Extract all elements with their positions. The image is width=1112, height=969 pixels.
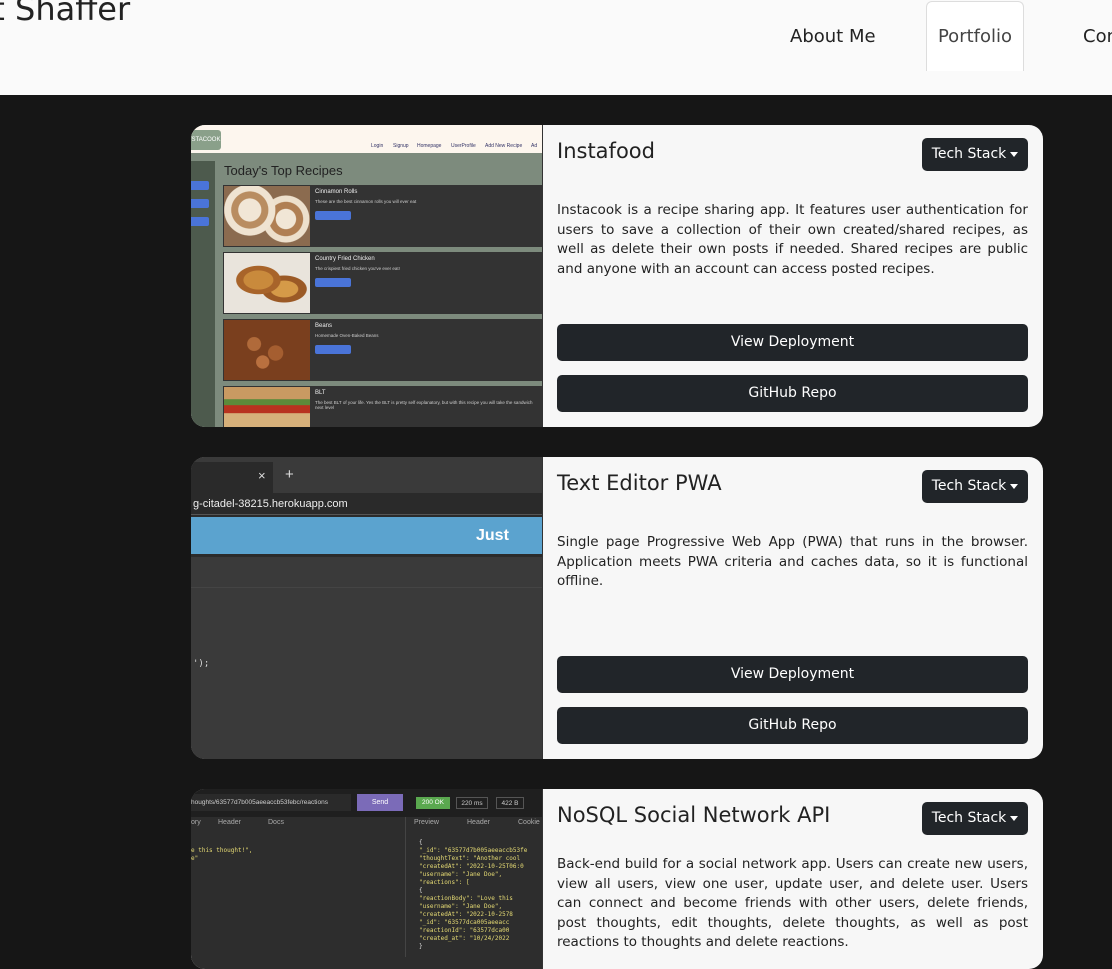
- project-description: Instacook is a recipe sharing app. It fe…: [557, 202, 1028, 277]
- recipe-subtitle: The crispiest fried chicken you've ever …: [315, 266, 400, 271]
- response-size: 422 B: [496, 797, 524, 809]
- project-screenshot: houghts/63577d7b005aeeaccb53febc/reactio…: [191, 789, 543, 969]
- code-line: {: [419, 887, 423, 894]
- tab-preview: Preview: [414, 819, 439, 826]
- send-button: Send: [357, 794, 403, 811]
- code-line: }: [419, 943, 423, 950]
- recipe-subtitle: These are the best cinnamon rolls you wi…: [315, 199, 417, 204]
- editor-area: ');: [191, 557, 542, 759]
- pane-divider: [405, 817, 406, 957]
- recipe-item: Cinnamon Rolls These are the best cinnam…: [223, 185, 542, 247]
- recipe-thumbnail: [224, 186, 310, 246]
- screenshot-nav-item: Ad: [531, 143, 538, 149]
- recipe-thumbnail: [224, 387, 310, 427]
- code-line: "_id": "63577d7b005aeeaccb53fe: [419, 847, 528, 854]
- view-deployment-button[interactable]: View Deployment: [557, 324, 1028, 361]
- tab-header: Header: [467, 819, 490, 826]
- status-badge: 200 OK: [416, 797, 450, 809]
- project-screenshot: STACOOK Login Signup Homepage UserProfil…: [191, 125, 543, 427]
- tech-stack-label: Tech Stack: [931, 478, 1007, 494]
- editor-toolbar: [191, 557, 542, 588]
- recipe-name: Country Fried Chicken: [315, 256, 375, 262]
- view-deployment-button[interactable]: View Deployment: [557, 656, 1028, 693]
- code-line: ');: [193, 659, 210, 669]
- code-line: "username": "Jane Doe",: [419, 871, 503, 878]
- plus-icon: +: [285, 466, 294, 483]
- recipe-subtitle: The best BLT of your life. Yes the BLT i…: [315, 400, 533, 410]
- tab-header: Header: [218, 819, 241, 826]
- code-line: "thoughtText": "Another cool: [419, 855, 521, 862]
- github-repo-button[interactable]: GitHub Repo: [557, 707, 1028, 744]
- code-line: "reactionId": "63577dca00: [419, 927, 510, 934]
- recipe-item: Country Fried Chicken The crispiest frie…: [223, 252, 542, 314]
- site-title: nt Shaffer: [0, 0, 131, 28]
- nav-link-contact[interactable]: Con: [1083, 26, 1112, 47]
- code-line: "created_at": "10/24/2022: [419, 935, 510, 942]
- go-to-recipe-button: [315, 278, 351, 287]
- recipe-name: Cinnamon Rolls: [315, 189, 358, 195]
- recipe-thumbnail: [224, 320, 310, 380]
- tech-stack-label: Tech Stack: [931, 810, 1007, 826]
- response-time: 220 ms: [456, 797, 488, 809]
- recipe-item: BLT The best BLT of your life. Yes the B…: [223, 386, 542, 427]
- site-header: nt Shaffer About Me Portfolio Con: [0, 0, 1112, 95]
- code-line: e": [191, 855, 199, 862]
- code-line: "reactions": [: [419, 879, 470, 886]
- project-title: Text Editor PWA: [557, 471, 722, 495]
- tab-history: ory: [191, 819, 201, 826]
- code-line: "reactionBody": "Love this: [419, 895, 513, 902]
- project-title: Instafood: [557, 139, 655, 163]
- recipe-name: BLT: [315, 390, 326, 396]
- recipe-item: Beans Homemade Oven-Baked Beans: [223, 319, 542, 381]
- screenshot-nav-item: Signup: [393, 143, 409, 149]
- screenshot-nav-item: Login: [371, 143, 384, 149]
- project-description: Back-end build for a social network app.…: [557, 856, 1028, 951]
- logo: STACOOK: [191, 130, 221, 150]
- screenshot-sidebar: [191, 161, 215, 427]
- recipe-name: Beans: [315, 323, 333, 329]
- project-screenshot: × + g-citadel-38215.herokuapp.com Just A…: [191, 457, 543, 759]
- request-bar: houghts/63577d7b005aeeaccb53febc/reactio…: [191, 789, 542, 817]
- code-line: "createdAt": "2022-10-2578: [419, 911, 513, 918]
- project-title: NoSQL Social Network API: [557, 803, 831, 827]
- close-icon: ×: [258, 468, 266, 483]
- caret-down-icon: [1010, 151, 1019, 157]
- tech-stack-dropdown[interactable]: Tech Stack: [922, 138, 1028, 171]
- code-line: "_id": "63577dca005aeeacc: [419, 919, 510, 926]
- tech-stack-dropdown[interactable]: Tech Stack: [922, 470, 1028, 503]
- nav-link-about[interactable]: About Me: [790, 26, 876, 47]
- browser-tabbar: × +: [191, 457, 542, 493]
- screenshot-nav-item: Add New Recipe: [485, 143, 523, 149]
- nav-link-portfolio[interactable]: Portfolio: [926, 1, 1024, 71]
- project-card-nosql-api: houghts/63577d7b005aeeaccb53febc/reactio…: [191, 789, 1043, 969]
- screenshot-navbar: STACOOK Login Signup Homepage UserProfil…: [191, 125, 542, 153]
- tech-stack-label: Tech Stack: [931, 146, 1007, 162]
- browser-url: g-citadel-38215.herokuapp.com: [191, 493, 542, 515]
- github-repo-button[interactable]: GitHub Repo: [557, 375, 1028, 412]
- caret-down-icon: [1010, 815, 1019, 821]
- recipe-thumbnail: [224, 253, 310, 313]
- tech-stack-dropdown[interactable]: Tech Stack: [922, 802, 1028, 835]
- code-line: "username": "Jane Doe",: [419, 903, 503, 910]
- code-line: "createdAt": "2022-10-25T06:0: [419, 863, 524, 870]
- caret-down-icon: [1010, 483, 1019, 489]
- request-url: houghts/63577d7b005aeeaccb53febc/reactio…: [191, 794, 351, 811]
- app-banner: Just Ano: [191, 517, 542, 581]
- project-card-text-editor: × + g-citadel-38215.herokuapp.com Just A…: [191, 457, 1043, 759]
- project-description: Single page Progressive Web App (PWA) th…: [557, 534, 1028, 590]
- recipe-subtitle: Homemade Oven-Baked Beans: [315, 333, 379, 338]
- screenshot-heading: Today's Top Recipes: [224, 163, 343, 178]
- sidebar-button: [191, 199, 209, 208]
- project-card-instafood: STACOOK Login Signup Homepage UserProfil…: [191, 125, 1043, 427]
- tab-cookie: Cookie: [518, 819, 540, 826]
- sidebar-button: [191, 217, 209, 226]
- go-to-recipe-button: [315, 345, 351, 354]
- screenshot-nav-item: Homepage: [417, 143, 442, 149]
- sidebar-button: [191, 181, 209, 190]
- tab-docs: Docs: [268, 819, 284, 826]
- screenshot-nav-item: UserProfile: [451, 143, 476, 149]
- code-line: e this thought!",: [191, 847, 253, 854]
- code-line: {: [419, 839, 423, 846]
- go-to-recipe-button: [315, 211, 351, 220]
